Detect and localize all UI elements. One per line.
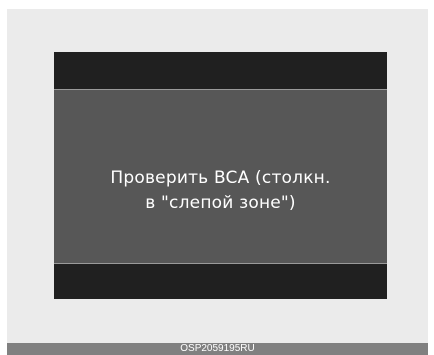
display-top-bar bbox=[54, 52, 387, 90]
warning-message: Проверить BCA (столкн. в "слепой зоне") bbox=[54, 166, 387, 216]
display-bottom-bar bbox=[54, 263, 387, 299]
warning-message-line-1: Проверить BCA (столкн. bbox=[110, 168, 331, 188]
warning-message-line-2: в "слепой зоне") bbox=[145, 193, 296, 213]
figure-code: OSP2059195RU bbox=[180, 343, 255, 354]
footer-strip: OSP2059195RU bbox=[7, 343, 428, 355]
cluster-display: Проверить BCA (столкн. в "слепой зоне") bbox=[54, 52, 387, 299]
